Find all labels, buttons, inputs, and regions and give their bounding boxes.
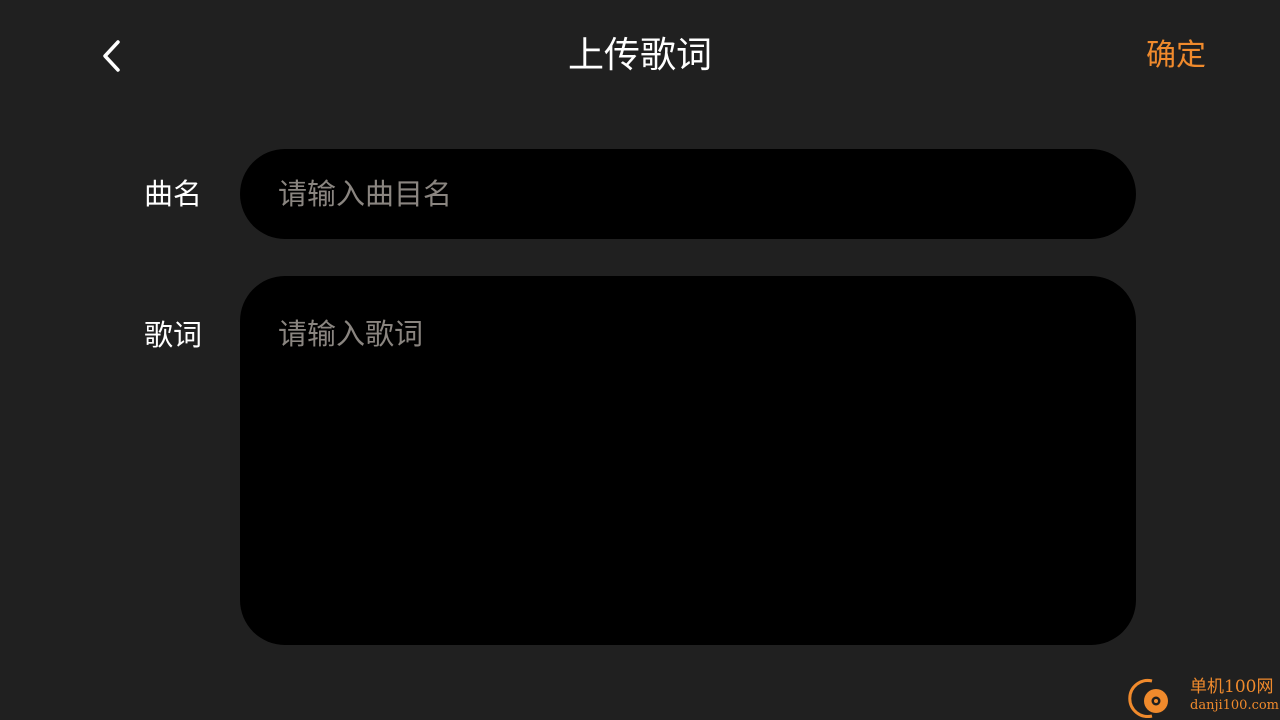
lyrics-input[interactable] <box>240 276 1136 645</box>
chevron-left-icon <box>103 40 120 72</box>
lyrics-label: 歌词 <box>144 318 203 352</box>
song-name-input[interactable] <box>240 149 1136 239</box>
page-title: 上传歌词 <box>567 35 712 76</box>
watermark-url: danji100.com <box>1190 698 1280 713</box>
watermark-logo-icon <box>1128 679 1168 718</box>
song-name-label: 曲名 <box>144 177 203 211</box>
upload-lyrics-page: 上传歌词 确定 曲名 歌词 单机100网 danji100.com <box>0 0 1280 720</box>
confirm-button[interactable]: 确定 <box>1146 34 1206 78</box>
watermark-name: 单机100网 <box>1190 677 1274 697</box>
back-button[interactable] <box>88 28 136 84</box>
watermark: 单机100网 danji100.com <box>1126 676 1280 718</box>
